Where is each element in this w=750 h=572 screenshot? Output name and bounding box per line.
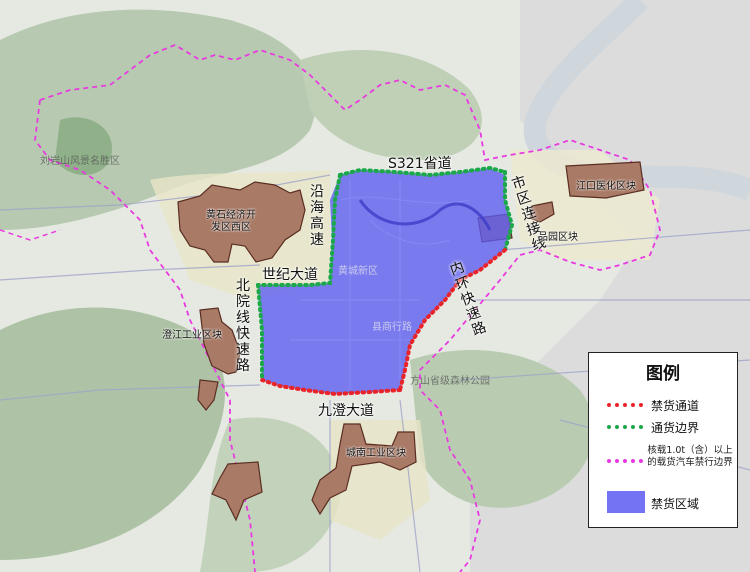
zone-label-huangshi: 黄石经济开发区西区: [206, 210, 256, 233]
road-label-beiyuan: 北院线快速路: [236, 278, 250, 374]
legend-swatch-corridor: [607, 403, 643, 407]
place-label-liuyan: 刘岩山风景名胜区: [40, 156, 120, 167]
legend-label-1t: 核载1.0t（含）以上的载货汽车禁行边界: [647, 445, 733, 468]
place-label-center: 黄城新区: [338, 266, 378, 277]
road-label-yanhai: 沿海高速: [310, 184, 324, 248]
road-label-shiji: 世纪大道: [262, 267, 318, 283]
road-label-jiucheng: 九澄大道: [318, 403, 374, 419]
road-label-s321: S321省道: [388, 156, 452, 172]
legend-label-area: 禁货区域: [651, 497, 700, 511]
legend-swatch-area: [607, 491, 645, 513]
legend-swatch-boundary: [607, 425, 643, 429]
zone-label-chengjiang: 澄江工业区块: [162, 330, 222, 341]
zone-label-pinyuan: 品园区块: [538, 232, 578, 243]
legend-label-corridor: 禁货通道: [651, 399, 700, 413]
legend-title: 图例: [646, 364, 680, 384]
legend: 图例 禁货通道 通货边界 核载1.0t（含）以上的载货汽车禁行边界 禁货区域: [588, 352, 738, 528]
place-label-forest: 方山省级森林公园: [410, 376, 490, 387]
legend-label-boundary: 通货边界: [651, 421, 700, 435]
legend-swatch-1t: [607, 459, 643, 463]
place-label-xianlu: 县商行路: [372, 322, 412, 333]
zone-label-chengnan: 城南工业区块: [346, 448, 406, 459]
zone-label-jiangkou: 江口医化区块: [576, 181, 636, 192]
truck-restriction-map: S321省道 沿海高速 世纪大道 北院线快速路 市区连接线 内环快速路 九澄大道…: [0, 0, 750, 572]
